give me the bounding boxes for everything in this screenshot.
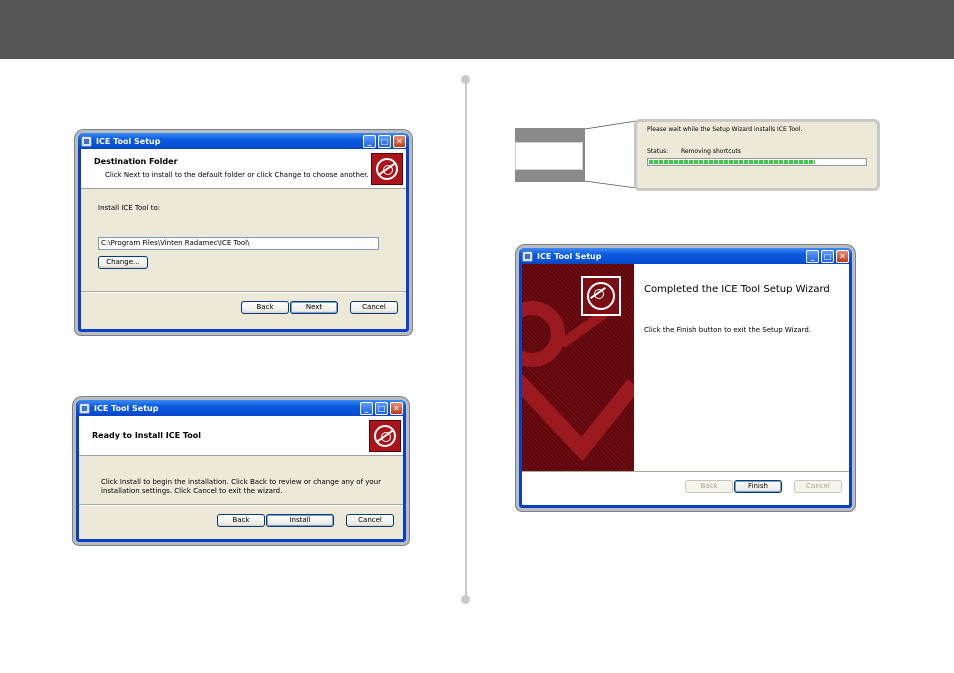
progress-zoom-panel: Please wait while the Setup Wizard insta…	[634, 119, 880, 191]
back-button[interactable]: Back	[685, 480, 733, 493]
maximize-button[interactable]: □	[821, 249, 834, 263]
progress-message: Please wait while the Setup Wizard insta…	[647, 126, 803, 133]
install-progress-bar	[647, 158, 867, 166]
titlebar[interactable]: ICE Tool Setup _ □ ✕	[519, 248, 852, 264]
cancel-button[interactable]: Cancel	[794, 480, 842, 493]
installer-window-icon	[522, 250, 533, 262]
footer-separator	[522, 471, 849, 473]
status-value: Removing shortcuts	[681, 148, 741, 155]
completion-instructions: Click the Finish button to exit the Setu…	[644, 326, 811, 334]
close-button[interactable]: ✕	[836, 249, 849, 263]
progress-bar-fill	[649, 160, 816, 164]
status-label: Status:	[647, 148, 669, 155]
setup-complete-dialog: ICE Tool Setup _ □ ✕ Completed the ICE T…	[519, 248, 852, 508]
window-title: ICE Tool Setup	[537, 251, 602, 261]
finish-button[interactable]: Finish	[734, 480, 782, 493]
completion-heading: Completed the ICE Tool Setup Wizard	[644, 284, 830, 295]
wizard-side-artwork	[522, 264, 634, 471]
ice-tool-disc-logo-icon	[581, 276, 621, 316]
minimize-button[interactable]: _	[806, 249, 819, 263]
dialog-client: Completed the ICE Tool Setup Wizard Clic…	[522, 264, 849, 505]
